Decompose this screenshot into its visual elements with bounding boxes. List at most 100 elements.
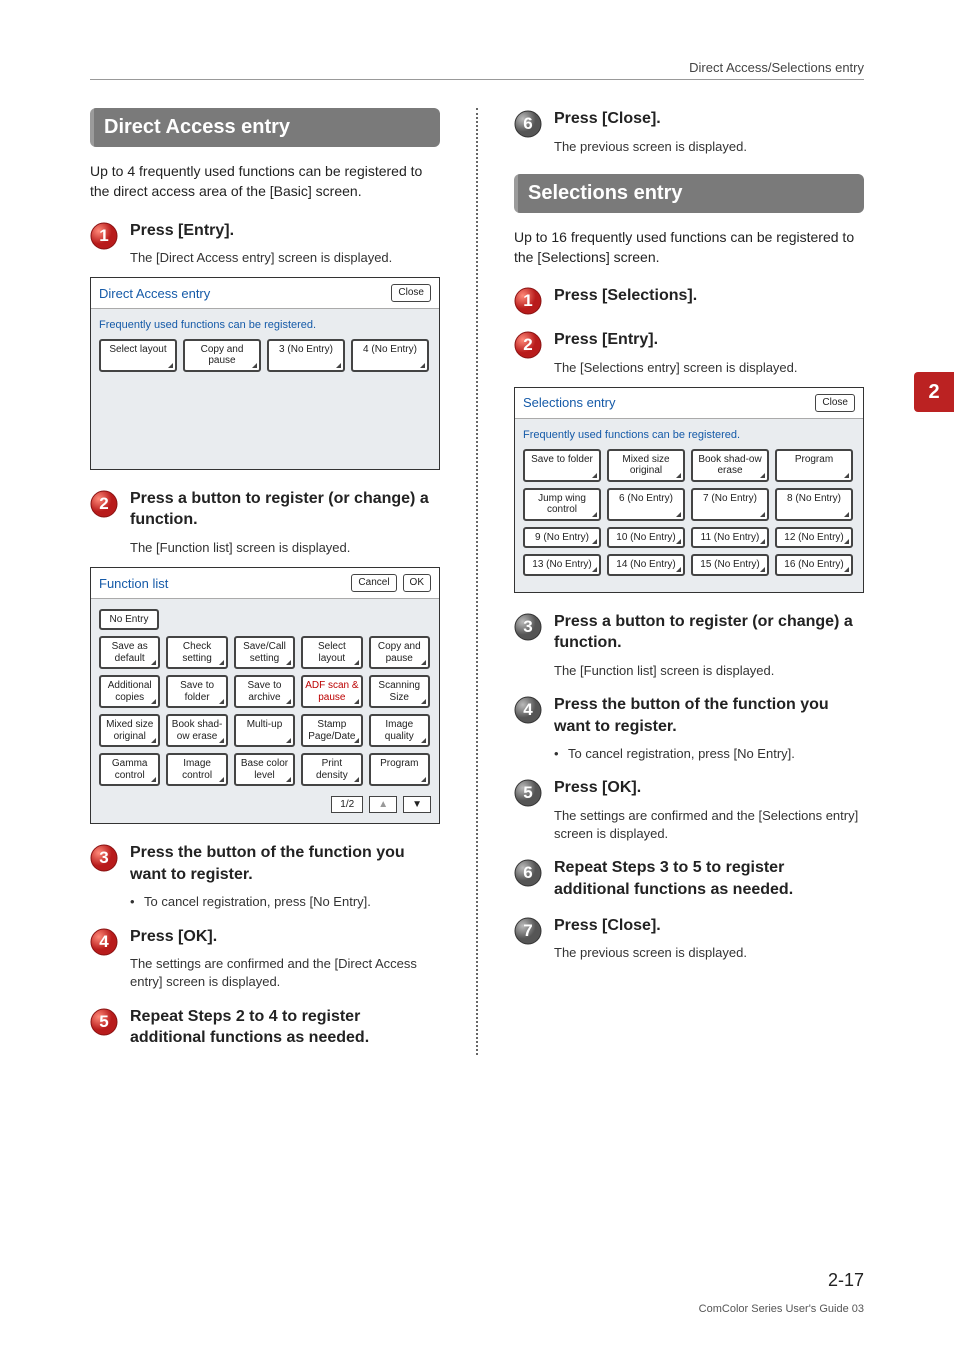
mock-fl-btn: Copy and pause	[369, 636, 430, 669]
step-1-desc: The [Direct Access entry] screen is disp…	[130, 249, 440, 267]
section-direct-access: Direct Access entry	[90, 108, 440, 147]
mock-se-btn: 16 (No Entry)	[775, 554, 853, 576]
mock-fl-btn: Image quality	[369, 714, 430, 747]
mock-se-btn: 6 (No Entry)	[607, 488, 685, 521]
r-step-2-desc: The [Selections entry] screen is display…	[554, 359, 864, 377]
column-divider	[476, 108, 478, 1055]
r-step-badge-1: 1	[514, 287, 542, 315]
r-step-5-title: Press [OK].	[554, 777, 864, 799]
mock-se-title: Selections entry	[523, 395, 616, 410]
step-2-title: Press a button to register (or change) a…	[130, 488, 440, 531]
step-4-title: Press [OK].	[130, 926, 440, 948]
mock-fl-title: Function list	[99, 576, 168, 591]
r-step-6-title: Repeat Steps 3 to 5 to register addition…	[554, 857, 864, 900]
r-step-3-desc: The [Function list] screen is displayed.	[554, 662, 864, 680]
r-step-2: 2 Press [Entry]. The [Selections entry] …	[514, 329, 864, 377]
r-step-5: 5 Press [OK]. The settings are confirmed…	[514, 777, 864, 843]
selections-lead: Up to 16 frequently used functions can b…	[514, 227, 864, 268]
mock-se-btn: 14 (No Entry)	[607, 554, 685, 576]
r-step-badge-3: 3	[514, 613, 542, 641]
running-head: Direct Access/Selections entry	[90, 60, 864, 75]
footer-text: ComColor Series User's Guide 03	[699, 1303, 864, 1315]
step-badge-5: 5	[90, 1008, 118, 1036]
mock-se-btn: 10 (No Entry)	[607, 527, 685, 549]
r-step-1: 1 Press [Selections].	[514, 285, 864, 315]
mock-function-list: Function list Cancel OK No Entry Save as…	[90, 567, 440, 824]
step-4-desc: The settings are confirmed and the [Dire…	[130, 955, 440, 991]
step-6t-title: Press [Close].	[554, 108, 864, 130]
step-badge-3: 3	[90, 844, 118, 872]
r-step-7-title: Press [Close].	[554, 915, 864, 937]
mock-fl-btn: Program	[369, 753, 430, 786]
step-badge-2: 2	[90, 490, 118, 518]
mock-se-btn: Program	[775, 449, 853, 482]
mock-da-title: Direct Access entry	[99, 286, 210, 301]
r-step-4-title: Press the button of the function you wan…	[554, 694, 864, 737]
mock-fl-btn: ADF scan & pause	[301, 675, 362, 708]
section-selections: Selections entry	[514, 174, 864, 213]
step-3-title: Press the button of the function you wan…	[130, 842, 440, 885]
r-step-7: 7 Press [Close]. The previous screen is …	[514, 915, 864, 963]
mock-se-btn: 7 (No Entry)	[691, 488, 769, 521]
r-step-5-desc: The settings are confirmed and the [Sele…	[554, 807, 864, 843]
mock-se-btn: Book shad-ow erase	[691, 449, 769, 482]
step-badge-6t: 6	[514, 110, 542, 138]
r-step-badge-7: 7	[514, 917, 542, 945]
r-step-3-title: Press a button to register (or change) a…	[554, 611, 864, 654]
mock-se-btn: Save to folder	[523, 449, 601, 482]
mock-fl-btn: Scanning Size	[369, 675, 430, 708]
mock-fl-btn: Save to archive	[234, 675, 295, 708]
mock-fl-btn: Print density	[301, 753, 362, 786]
mock-se-btn: 13 (No Entry)	[523, 554, 601, 576]
step-3: 3 Press the button of the function you w…	[90, 842, 440, 911]
step-5: 5 Repeat Steps 2 to 4 to register additi…	[90, 1006, 440, 1049]
r-step-badge-4: 4	[514, 696, 542, 724]
r-step-7-desc: The previous screen is displayed.	[554, 944, 864, 962]
mock-se-btn: Mixed size original	[607, 449, 685, 482]
mock-fl-btn: Multi-up	[234, 714, 295, 747]
mock-fl-btn: Check setting	[166, 636, 227, 669]
mock-da-close: Close	[391, 284, 431, 302]
header-rule	[90, 79, 864, 80]
mock-fl-btn: Additional copies	[99, 675, 160, 708]
step-1-title: Press [Entry].	[130, 220, 440, 242]
mock-fl-ok: OK	[403, 574, 431, 592]
mock-fl-btn: Save as default	[99, 636, 160, 669]
r-step-badge-2: 2	[514, 331, 542, 359]
mock-da-btn: Select layout	[99, 339, 177, 372]
step-6-top: 6 Press [Close]. The previous screen is …	[514, 108, 864, 156]
mock-fl-btn: Image control	[166, 753, 227, 786]
mock-fl-cancel: Cancel	[351, 574, 396, 592]
mock-fl-btn: Save/Call setting	[234, 636, 295, 669]
mock-se-note: Frequently used functions can be registe…	[523, 429, 855, 441]
step-2-desc: The [Function list] screen is displayed.	[130, 539, 440, 557]
mock-selections: Selections entry Close Frequently used f…	[514, 387, 864, 593]
mock-direct-access: Direct Access entry Close Frequently use…	[90, 277, 440, 470]
r-step-4-bullet: To cancel registration, press [No Entry]…	[554, 745, 864, 763]
step-6t-desc: The previous screen is displayed.	[554, 138, 864, 156]
r-step-6: 6 Repeat Steps 3 to 5 to register additi…	[514, 857, 864, 900]
mock-fl-btn: Book shad-ow erase	[166, 714, 227, 747]
mock-se-close: Close	[815, 394, 855, 412]
mock-fl-btn: Stamp Page/Date	[301, 714, 362, 747]
mock-da-note: Frequently used functions can be registe…	[99, 319, 431, 331]
mock-se-btn: 11 (No Entry)	[691, 527, 769, 549]
right-column: 6 Press [Close]. The previous screen is …	[514, 108, 864, 1055]
mock-da-btn: 3 (No Entry)	[267, 339, 345, 372]
step-badge-1: 1	[90, 222, 118, 250]
mock-se-btn: 12 (No Entry)	[775, 527, 853, 549]
page-number: 2-17	[828, 1270, 864, 1291]
step-5-title: Repeat Steps 2 to 4 to register addition…	[130, 1006, 440, 1049]
mock-se-btn: 9 (No Entry)	[523, 527, 601, 549]
mock-da-btn: 4 (No Entry)	[351, 339, 429, 372]
mock-se-btn: 8 (No Entry)	[775, 488, 853, 521]
r-step-2-title: Press [Entry].	[554, 329, 864, 351]
mock-fl-btn: Mixed size original	[99, 714, 160, 747]
mock-fl-up-icon: ▲	[369, 796, 397, 813]
mock-se-btn: Jump wing control	[523, 488, 601, 521]
step-badge-4: 4	[90, 928, 118, 956]
r-step-badge-6: 6	[514, 859, 542, 887]
left-column: Direct Access entry Up to 4 frequently u…	[90, 108, 440, 1055]
r-step-3: 3 Press a button to register (or change)…	[514, 611, 864, 680]
mock-fl-down-icon: ▼	[403, 796, 431, 813]
